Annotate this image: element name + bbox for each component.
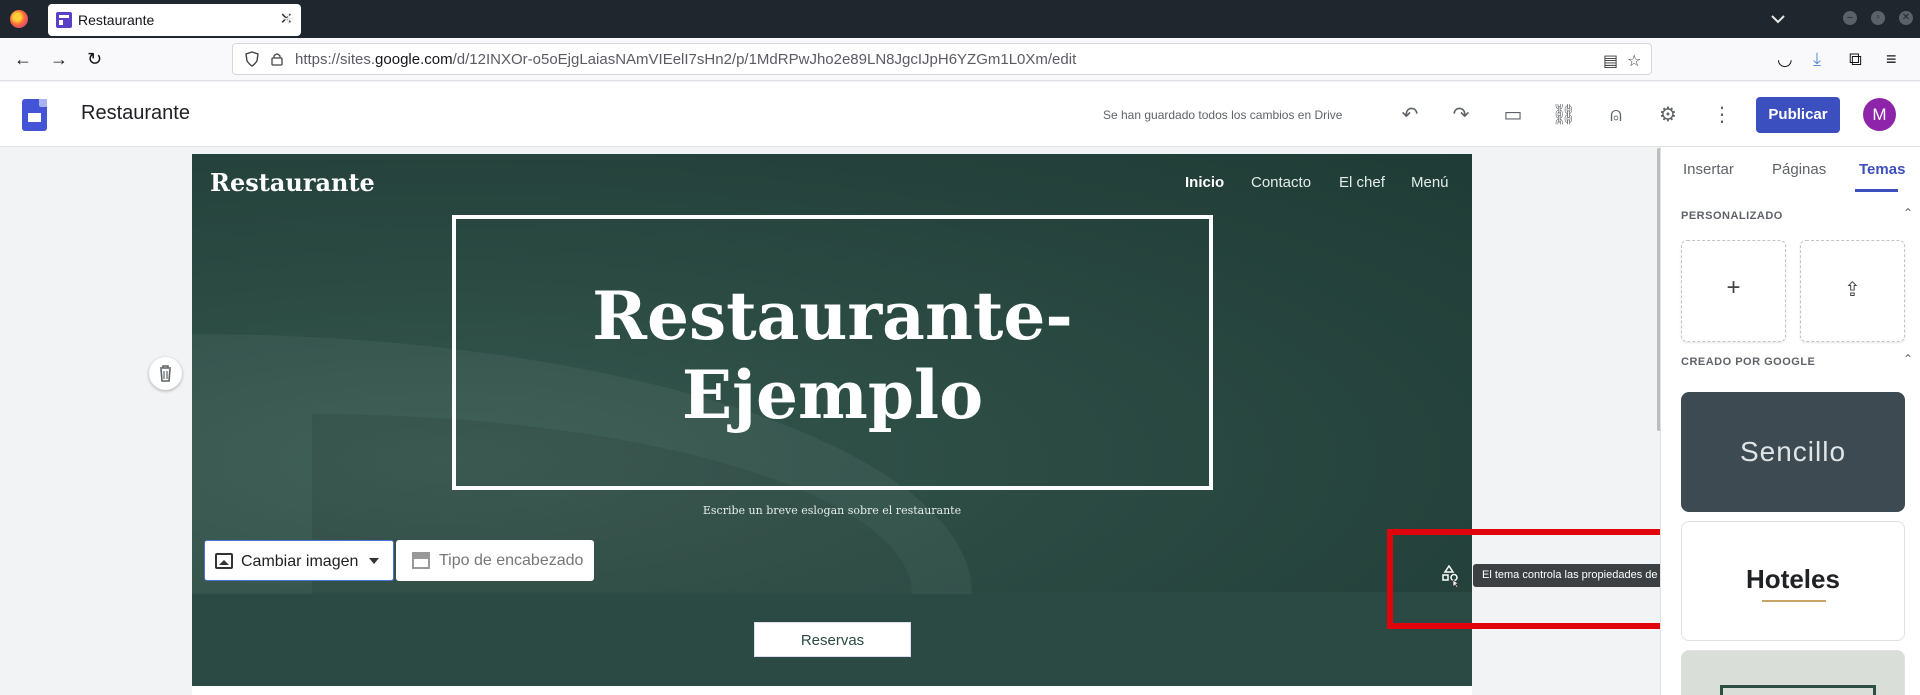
theme-card-next[interactable]	[1681, 650, 1905, 695]
new-tab-icon[interactable]: +	[282, 6, 295, 32]
pocket-icon[interactable]: ◡	[1777, 49, 1793, 69]
header-type-label: Tipo de encabezado	[439, 552, 584, 569]
chevron-up-icon[interactable]: ⌃	[1903, 352, 1913, 366]
copy-link-icon[interactable]: ⛓	[1551, 102, 1577, 128]
site-nav-inicio[interactable]: Inicio	[1185, 174, 1224, 191]
url-path: /d/12INXOr-o5oEjgLaiasNAmVIEelI7sHn2/p/1…	[452, 51, 1077, 68]
reload-icon[interactable]: ↻	[87, 49, 102, 69]
url-text[interactable]: https://sites.google.com/d/12INXOr-o5oEj…	[295, 51, 1076, 68]
tab-paginas[interactable]: Páginas	[1772, 161, 1826, 178]
publish-button[interactable]: Publicar	[1756, 97, 1840, 133]
hero-title[interactable]: Restaurante- Ejemplo	[456, 277, 1209, 435]
add-custom-theme-button[interactable]: +	[1681, 240, 1786, 342]
theme-hoteles[interactable]: Hoteles	[1681, 521, 1905, 641]
url-host: google.com	[375, 51, 453, 68]
preview-devices-icon[interactable]: ▭	[1500, 102, 1526, 128]
address-bar[interactable]: https://sites.google.com/d/12INXOr-o5oEj…	[232, 43, 1652, 75]
close-window-icon[interactable]: ✕	[1899, 11, 1913, 25]
document-title[interactable]: Restaurante	[81, 102, 190, 125]
chevron-up-icon[interactable]: ⌃	[1903, 206, 1913, 220]
image-icon	[215, 553, 233, 569]
upload-icon: ⇪	[1844, 279, 1861, 301]
tab-insertar[interactable]: Insertar	[1683, 161, 1734, 178]
theme-label: Sencillo	[1739, 436, 1847, 467]
browser-tab-strip: Restaurante ✕ + – ▫ ✕	[0, 0, 1920, 38]
section-creado-por-google: CREADO POR GOOGLE	[1681, 356, 1816, 368]
redo-icon[interactable]: ↷	[1448, 102, 1474, 128]
more-options-icon[interactable]: ⋮	[1709, 102, 1735, 128]
section-personalizado: PERSONALIZADO	[1681, 210, 1783, 222]
url-prefix: https://sites.	[295, 51, 376, 68]
forward-icon[interactable]: →	[50, 49, 68, 69]
share-add-person-icon[interactable]: ⍝	[1603, 102, 1629, 128]
lock-icon[interactable]	[271, 52, 283, 66]
google-sites-logo-icon[interactable]	[22, 99, 47, 131]
theme-label: Hoteles	[1746, 564, 1840, 594]
right-side-panel: Insertar Páginas Temas PERSONALIZADO ⌃ +…	[1660, 147, 1920, 695]
extensions-icon[interactable]: ⧉	[1849, 49, 1862, 69]
change-image-label: Cambiar imagen	[241, 553, 359, 570]
site-nav-menu[interactable]: Menú	[1411, 174, 1449, 191]
undo-icon[interactable]: ↶	[1397, 102, 1423, 128]
sites-favicon-icon	[56, 12, 72, 28]
bookmark-star-icon[interactable]: ☆	[1627, 51, 1641, 71]
hero-title-line: Restaurante-	[592, 277, 1073, 355]
sites-header: Restaurante Se han guardado todos los ca…	[0, 82, 1920, 147]
theme-accent-line	[1762, 600, 1826, 602]
active-tab-indicator	[1855, 189, 1898, 192]
list-all-tabs-icon[interactable]	[1768, 9, 1788, 29]
save-status: Se han guardado todos los cambios en Dri…	[1103, 108, 1343, 122]
browser-navigation-bar: ← → ↻ https://sites.google.com/d/12INXOr…	[0, 38, 1920, 81]
trash-icon	[160, 365, 171, 382]
theme-sencillo[interactable]: Sencillo	[1681, 392, 1905, 512]
reservas-button[interactable]: Reservas	[754, 622, 911, 657]
tab-title: Restaurante	[78, 12, 155, 28]
page-next-section	[192, 686, 1472, 695]
hero-title-line: Ejemplo	[681, 356, 984, 434]
change-image-button[interactable]: Cambiar imagen	[204, 540, 394, 581]
account-avatar[interactable]: M	[1863, 98, 1896, 131]
hero-slogan[interactable]: Escribe un breve eslogan sobre el restau…	[192, 504, 1472, 517]
delete-section-button[interactable]	[149, 357, 182, 390]
downloads-icon[interactable]: ⤓	[1813, 49, 1821, 69]
settings-gear-icon[interactable]: ⚙	[1655, 102, 1681, 128]
browser-tab[interactable]: Restaurante ✕	[48, 4, 301, 36]
site-nav-el-chef[interactable]: El chef	[1339, 174, 1385, 191]
menu-icon[interactable]: ≡	[1886, 49, 1897, 69]
hero-title-box[interactable]: Restaurante- Ejemplo	[452, 215, 1213, 490]
firefox-logo-icon[interactable]	[10, 10, 28, 28]
upload-theme-button[interactable]: ⇪	[1800, 240, 1905, 342]
maximize-window-icon[interactable]: ▫	[1871, 11, 1885, 25]
site-page-preview[interactable]: Restaurante Inicio Contacto El chef Menú…	[192, 154, 1472, 695]
reader-view-icon[interactable]: ▤	[1603, 51, 1618, 71]
chevron-down-icon	[369, 558, 379, 564]
site-nav-contacto[interactable]: Contacto	[1251, 174, 1311, 191]
header-layout-icon	[412, 552, 430, 569]
site-name[interactable]: Restaurante	[210, 168, 375, 197]
header-type-button[interactable]: Tipo de encabezado	[396, 540, 594, 581]
minimize-window-icon[interactable]: –	[1843, 11, 1857, 25]
plus-icon: +	[1726, 274, 1741, 301]
tab-temas[interactable]: Temas	[1859, 161, 1905, 178]
back-icon[interactable]: ←	[14, 49, 32, 69]
tracking-protection-icon[interactable]	[245, 51, 259, 67]
